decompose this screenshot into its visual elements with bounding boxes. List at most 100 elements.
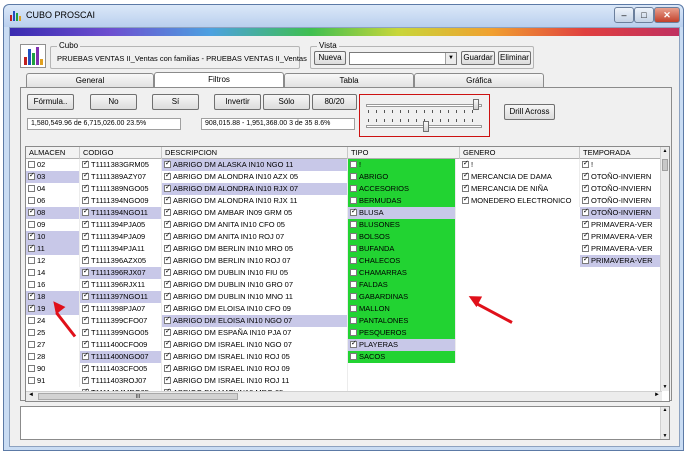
bottom-scroll-up-icon[interactable]: ▲ <box>661 407 669 413</box>
vertical-scrollbar[interactable]: ▲ ▼ <box>660 147 669 391</box>
checkbox[interactable] <box>350 269 357 276</box>
tipo-cell[interactable]: PLAYERAS <box>348 339 456 351</box>
checkbox[interactable] <box>82 291 89 300</box>
checkbox[interactable] <box>164 339 171 348</box>
checkbox[interactable] <box>164 195 171 204</box>
tipo-cell[interactable]: CHAMARRAS <box>348 267 456 279</box>
checkbox[interactable] <box>82 351 89 360</box>
checkbox[interactable] <box>28 207 35 216</box>
checkbox[interactable] <box>462 183 469 192</box>
invertir-button[interactable]: Invertir <box>214 94 261 110</box>
checkbox[interactable] <box>82 267 89 276</box>
upper-slider-track[interactable] <box>366 104 482 107</box>
scroll-up-icon[interactable]: ▲ <box>662 148 668 154</box>
checkbox[interactable] <box>82 339 89 348</box>
checkbox[interactable] <box>582 231 589 240</box>
temporada-cell[interactable]: OTOÑO-INVIERN <box>580 195 662 207</box>
checkbox[interactable] <box>350 161 357 168</box>
almacen-cell[interactable]: 28 <box>26 351 80 363</box>
checkbox[interactable] <box>582 219 589 228</box>
tipo-cell[interactable]: MALLON <box>348 303 456 315</box>
checkbox[interactable] <box>350 233 357 240</box>
horizontal-scroll-thumb[interactable]: III <box>38 393 238 400</box>
descripcion-cell[interactable]: ABRIGO DM DUBLIN IN10 MNO 11 <box>162 291 348 303</box>
tipo-cell[interactable]: BLUSONES <box>348 219 456 231</box>
checkbox[interactable] <box>82 375 89 384</box>
eliminar-button[interactable]: Eliminar <box>498 51 531 65</box>
codigo-cell[interactable]: T1111399CFO07 <box>80 315 162 327</box>
genero-cell[interactable]: MERCANCIA DE DAMA <box>460 171 580 183</box>
checkbox[interactable] <box>462 159 469 168</box>
almacen-cell[interactable]: 04 <box>26 183 80 195</box>
temporada-cell[interactable]: OTOÑO-INVIERN <box>580 171 662 183</box>
checkbox[interactable] <box>462 195 469 204</box>
checkbox[interactable] <box>164 159 171 168</box>
codigo-cell[interactable]: T1111400CFO09 <box>80 339 162 351</box>
almacen-cell[interactable]: 27 <box>26 339 80 351</box>
checkbox[interactable] <box>350 221 357 228</box>
bottom-text-area[interactable]: ▲ ▼ <box>20 406 670 440</box>
tipo-cell[interactable]: BOLSOS <box>348 231 456 243</box>
descripcion-cell[interactable]: ABRIGO DM BERLIN IN10 ROJ 07 <box>162 255 348 267</box>
checkbox[interactable] <box>164 315 171 324</box>
tab-filtros[interactable]: Filtros <box>154 72 284 87</box>
lower-slider-thumb[interactable] <box>423 121 429 132</box>
checkbox[interactable] <box>164 207 171 216</box>
temporada-cell[interactable]: PRIMAVERA-VER <box>580 255 662 267</box>
checkbox[interactable] <box>28 269 35 276</box>
temporada-cell[interactable]: PRIMAVERA-VER <box>580 243 662 255</box>
checkbox[interactable] <box>350 329 357 336</box>
upper-slider-thumb[interactable] <box>472 99 479 110</box>
checkbox[interactable] <box>164 267 171 276</box>
header-descripcion[interactable]: DESCRIPCION <box>162 147 348 159</box>
checkbox[interactable] <box>350 353 357 360</box>
tipo-cell[interactable]: ABRIGO <box>348 171 456 183</box>
checkbox[interactable] <box>28 353 35 360</box>
almacen-cell[interactable]: 09 <box>26 219 80 231</box>
checkbox[interactable] <box>28 377 35 384</box>
temporada-cell[interactable]: OTOÑO-INVIERN <box>580 183 662 195</box>
descripcion-cell[interactable]: ABRIGO DM ESPAÑA IN10 PJA 07 <box>162 327 348 339</box>
tipo-cell[interactable]: ACCESORIOS <box>348 183 456 195</box>
checkbox[interactable] <box>582 255 589 264</box>
tab-general[interactable]: General <box>26 73 154 87</box>
almacen-cell[interactable]: 16 <box>26 279 80 291</box>
checkbox[interactable] <box>28 197 35 204</box>
scroll-left-icon[interactable]: ◄ <box>28 392 34 398</box>
checkbox[interactable] <box>350 185 357 192</box>
checkbox[interactable] <box>462 171 469 180</box>
descripcion-cell[interactable]: ABRIGO DM AMBAR IN09 GRM 05 <box>162 207 348 219</box>
checkbox[interactable] <box>28 171 35 180</box>
descripcion-cell[interactable]: ABRIGO DM DUBLIN IN10 GRO 07 <box>162 279 348 291</box>
tipo-cell[interactable]: GABARDINAS <box>348 291 456 303</box>
checkbox[interactable] <box>350 305 357 312</box>
bottom-scroll-down-icon[interactable]: ▼ <box>661 433 669 439</box>
checkbox[interactable] <box>82 159 89 168</box>
codigo-cell[interactable]: T1111396RJX07 <box>80 267 162 279</box>
minimize-button[interactable]: – <box>614 7 634 23</box>
vista-select[interactable]: ▼ <box>349 52 457 65</box>
codigo-cell[interactable]: T1111397NGO11 <box>80 291 162 303</box>
checkbox[interactable] <box>164 279 171 288</box>
scroll-down-icon[interactable]: ▼ <box>662 384 668 390</box>
tipo-cell[interactable]: CHALECOS <box>348 255 456 267</box>
tipo-cell[interactable]: ! <box>348 159 456 171</box>
checkbox[interactable] <box>28 365 35 372</box>
checkbox[interactable] <box>28 303 35 312</box>
descripcion-cell[interactable]: ABRIGO DM BERLIN IN10 MRO 05 <box>162 243 348 255</box>
checkbox[interactable] <box>582 243 589 252</box>
temporada-cell[interactable]: PRIMAVERA-VER <box>580 219 662 231</box>
checkbox[interactable] <box>350 281 357 288</box>
header-tipo[interactable]: TIPO <box>348 147 460 159</box>
tipo-cell[interactable]: PANTALONES <box>348 315 456 327</box>
almacen-cell[interactable]: 11 <box>26 243 80 255</box>
maximize-button[interactable]: □ <box>634 7 654 23</box>
tipo-cell[interactable]: PESQUEROS <box>348 327 456 339</box>
checkbox[interactable] <box>82 171 89 180</box>
checkbox[interactable] <box>28 341 35 348</box>
descripcion-cell[interactable]: ABRIGO DM ELOISA IN10 CFO 09 <box>162 303 348 315</box>
tipo-cell[interactable]: SACOS <box>348 351 456 363</box>
checkbox[interactable] <box>28 243 35 252</box>
codigo-cell[interactable]: T1111396RJX11 <box>80 279 162 291</box>
checkbox[interactable] <box>164 291 171 300</box>
